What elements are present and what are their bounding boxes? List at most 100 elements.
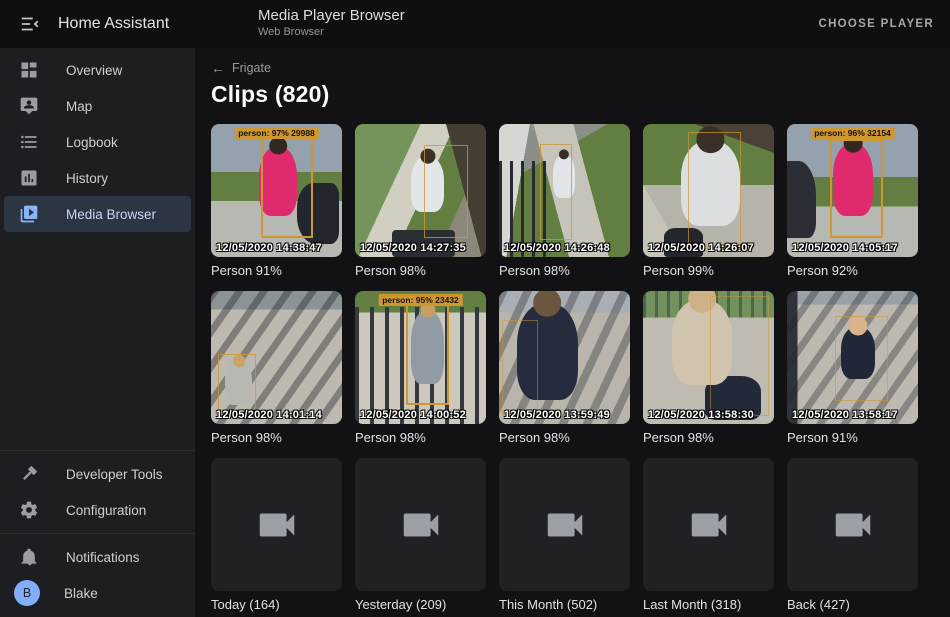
clip-thumbnail: 12/05/2020 13:58:17: [787, 291, 918, 424]
gear-icon: [18, 499, 40, 521]
clip-card[interactable]: 12/05/2020 13:58:30 Person 98%: [643, 291, 774, 446]
clip-card[interactable]: 12/05/2020 14:01:14 Person 98%: [211, 291, 342, 446]
clip-thumbnail: 12/05/2020 13:58:30: [643, 291, 774, 424]
sidebar-item-label: Logbook: [66, 135, 118, 150]
user-avatar: B: [14, 580, 40, 606]
sidebar-spacer: [0, 232, 195, 445]
folder-card-this-month[interactable]: This Month (502): [499, 458, 630, 613]
media-browser-icon: [18, 203, 40, 225]
clip-timestamp: 12/05/2020 13:59:49: [504, 409, 628, 421]
breadcrumb-back-frigate[interactable]: ← Frigate: [211, 60, 271, 75]
folder-thumbnail: [643, 458, 774, 591]
folder-label: Yesterday (209): [355, 597, 486, 613]
folder-label: Today (164): [211, 597, 342, 613]
sidebar-item-logbook[interactable]: Logbook: [4, 124, 191, 160]
user-name: Blake: [64, 586, 98, 601]
folder-label: Back (427): [787, 597, 918, 613]
sidebar-item-notifications[interactable]: Notifications: [4, 539, 191, 575]
folder-card-back[interactable]: Back (427): [787, 458, 918, 613]
sidebar-item-label: Overview: [66, 63, 122, 78]
top-app-bar: Home Assistant Media Player Browser Web …: [0, 0, 950, 48]
clip-timestamp: 12/05/2020 14:38:47: [216, 242, 340, 254]
clip-thumbnail: 12/05/2020 13:59:49: [499, 291, 630, 424]
clip-thumbnail: person: 96% 32154 12/05/2020 14:05:17: [787, 124, 918, 257]
sidebar-item-label: History: [66, 171, 108, 186]
clip-timestamp: 12/05/2020 14:05:17: [792, 242, 916, 254]
clip-thumbnail: 12/05/2020 14:26:48: [499, 124, 630, 257]
sidebar-item-map[interactable]: Map: [4, 88, 191, 124]
clip-timestamp: 12/05/2020 14:00:52: [360, 409, 484, 421]
clip-caption: Person 91%: [211, 263, 342, 279]
logbook-list-icon: [18, 131, 40, 153]
sidebar-item-history[interactable]: History: [4, 160, 191, 196]
clip-caption: Person 92%: [787, 263, 918, 279]
clip-thumbnail: 12/05/2020 14:01:14: [211, 291, 342, 424]
detection-label: person: 96% 32154: [810, 127, 895, 139]
clip-timestamp: 12/05/2020 14:27:35: [360, 242, 484, 254]
view-dashboard-icon: [18, 59, 40, 81]
video-camera-icon: [398, 502, 444, 548]
folder-thumbnail: [355, 458, 486, 591]
clip-caption: Person 98%: [643, 430, 774, 446]
clip-card[interactable]: person: 95% 23432 12/05/2020 14:00:52 Pe…: [355, 291, 486, 446]
detection-bbox: [710, 296, 769, 416]
clip-card[interactable]: 12/05/2020 13:59:49 Person 98%: [499, 291, 630, 446]
clip-timestamp: 12/05/2020 13:58:17: [792, 409, 916, 421]
bell-icon: [18, 546, 40, 568]
clip-timestamp: 12/05/2020 14:26:07: [648, 242, 772, 254]
screen-title: Media Player Browser: [258, 7, 405, 25]
sidebar-item-configuration[interactable]: Configuration: [4, 492, 191, 528]
clip-caption: Person 98%: [211, 430, 342, 446]
detection-bbox: [688, 132, 742, 249]
choose-player-button[interactable]: CHOOSE PLAYER: [818, 0, 934, 48]
sidebar-item-media-browser[interactable]: Media Browser: [4, 196, 191, 232]
detection-bbox: [830, 139, 882, 239]
clip-card[interactable]: 12/05/2020 14:26:48 Person 98%: [499, 124, 630, 279]
folder-card-today[interactable]: Today (164): [211, 458, 342, 613]
sidebar-toggle-button[interactable]: [10, 4, 50, 44]
sidebar-item-overview[interactable]: Overview: [4, 52, 191, 88]
folder-card-last-month[interactable]: Last Month (318): [643, 458, 774, 613]
screen-subtitle: Web Browser: [258, 26, 405, 38]
sidebar-divider: [0, 450, 195, 451]
clip-card[interactable]: person: 97% 29988 12/05/2020 14:38:47 Pe…: [211, 124, 342, 279]
clip-card[interactable]: person: 96% 32154 12/05/2020 14:05:17 Pe…: [787, 124, 918, 279]
sidebar-divider: [0, 533, 195, 534]
hammer-icon: [18, 463, 40, 485]
clip-caption: Person 91%: [787, 430, 918, 446]
sidebar-item-user-profile[interactable]: B Blake: [4, 575, 191, 611]
clip-caption: Person 99%: [643, 263, 774, 279]
clip-thumbnail: person: 95% 23432 12/05/2020 14:00:52: [355, 291, 486, 424]
clip-card[interactable]: 12/05/2020 14:27:35 Person 98%: [355, 124, 486, 279]
clip-timestamp: 12/05/2020 14:01:14: [216, 409, 340, 421]
detection-bbox: [540, 144, 573, 240]
clip-timestamp: 12/05/2020 14:26:48: [504, 242, 628, 254]
detection-label: person: 97% 29988: [234, 127, 319, 139]
sidebar-item-developer-tools[interactable]: Developer Tools: [4, 456, 191, 492]
detection-bbox: [502, 320, 539, 416]
sidebar-item-label: Map: [66, 99, 92, 114]
clip-caption: Person 98%: [355, 430, 486, 446]
sidebar-item-label: Configuration: [66, 503, 146, 518]
media-browser-content: ← Frigate Clips (820) person: 97% 29988 …: [195, 48, 950, 617]
map-person-icon: [18, 95, 40, 117]
detection-bbox: [424, 145, 467, 238]
clips-grid: person: 97% 29988 12/05/2020 14:38:47 Pe…: [211, 124, 934, 613]
clip-thumbnail: person: 97% 29988 12/05/2020 14:38:47: [211, 124, 342, 257]
screen-title-block: Media Player Browser Web Browser: [258, 7, 405, 38]
sidebar-item-label: Developer Tools: [66, 467, 163, 482]
clip-thumbnail: 12/05/2020 14:26:07: [643, 124, 774, 257]
stroller-shape: [787, 161, 816, 238]
clip-card[interactable]: 12/05/2020 13:58:17 Person 91%: [787, 291, 918, 446]
clip-card[interactable]: 12/05/2020 14:26:07 Person 99%: [643, 124, 774, 279]
folder-thumbnail: [499, 458, 630, 591]
sidebar-item-label: Notifications: [66, 550, 140, 565]
folder-card-yesterday[interactable]: Yesterday (209): [355, 458, 486, 613]
app-title: Home Assistant: [58, 15, 169, 33]
detection-bbox: [406, 303, 449, 405]
folder-thumbnail: [211, 458, 342, 591]
detection-bbox: [835, 316, 887, 401]
detection-bbox: [218, 354, 256, 411]
back-arrow-icon: ←: [211, 62, 225, 74]
video-camera-icon: [686, 502, 732, 548]
